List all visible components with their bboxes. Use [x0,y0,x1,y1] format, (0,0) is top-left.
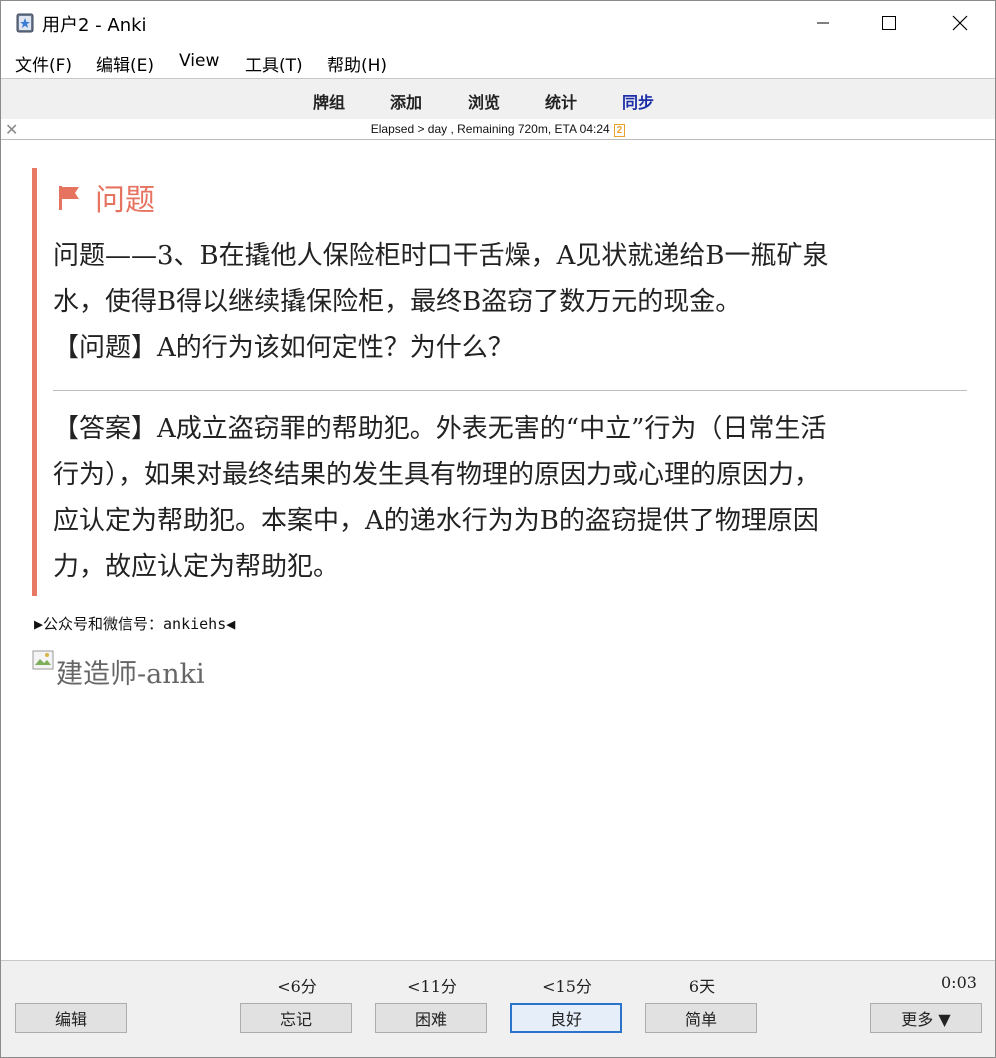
menu-edit[interactable]: 编辑(E) [96,51,154,76]
more-button[interactable]: 更多 ▼ [870,1003,982,1033]
interval-easy: 6天 [688,977,716,996]
toolbar-browse[interactable]: 浏览 [468,89,500,113]
card-content: 问题 问题——3、B在撬他人保险柜时口干舌燥，A见状就递给B一瓶矿泉 水，使得B… [1,140,995,960]
progress-status: Elapsed > day , Remaining 720m, ETA 04:2… [1,122,995,137]
close-button[interactable] [925,1,995,45]
main-toolbar: 牌组 添加 浏览 统计 同步 [1,78,995,120]
question-line: 【问题】A的行为该如何定性？为什么？ [53,333,514,363]
minimize-icon [817,22,829,24]
toolbar-add[interactable]: 添加 [390,89,422,113]
maximize-icon [882,16,896,30]
interval-good: <15分 [542,977,592,996]
good-button[interactable]: 良好 [510,1003,622,1033]
menu-help[interactable]: 帮助(H) [327,51,387,76]
answer-line: 应认定为帮助犯。本案中，A的递水行为为B的盗窃提供了物理原因 [53,506,819,536]
minimize-button[interactable] [788,1,858,45]
answer-divider [53,390,967,391]
maximize-button[interactable] [854,1,924,45]
broken-image-icon [32,650,54,670]
menu-bar: 文件(F) 编辑(E) View 工具(T) 帮助(H) [1,45,995,77]
menu-view[interactable]: View [179,51,219,71]
window-title: 用户2 - Anki [42,15,147,36]
broken-image-alt-text: 建造师-anki [56,659,205,690]
toolbar-decks[interactable]: 牌组 [313,89,345,113]
title-bar: 用户2 - Anki [1,1,995,45]
interval-hard: <11分 [407,977,457,996]
question-text: 问题——3、B在撬他人保险柜时口干舌燥，A见状就递给B一瓶矿泉 水，使得B得以继… [53,233,953,371]
answer-line: 行为），如果对最终结果的发生具有物理的原因力或心理的原因力， [53,460,821,490]
toolbar-sync[interactable]: 同步 [622,89,654,113]
anki-window: 用户2 - Anki 文件(F) 编辑(E) View 工具(T) 帮助(H) … [0,0,996,1058]
review-timer: 0:03 [941,973,977,992]
question-line: 水，使得B得以继续撬保险柜，最终B盗窃了数万元的现金。 [53,287,742,317]
answer-line: 力，故应认定为帮助犯。 [53,552,340,582]
flag-icon [59,186,79,210]
broken-image: 建造师-anki [32,650,205,691]
interval-again: <6分 [277,977,317,996]
easy-button[interactable]: 简单 [645,1003,757,1033]
status-badge: 2 [613,124,626,137]
close-icon [952,15,968,31]
card-accent-bar [32,168,37,596]
question-heading: 问题 [57,175,155,219]
question-heading-text: 问题 [95,183,155,218]
menu-file[interactable]: 文件(F) [15,51,72,76]
hard-button[interactable]: 困难 [375,1003,487,1033]
question-line: 问题——3、B在撬他人保险柜时口干舌燥，A见状就递给B一瓶矿泉 [53,241,829,271]
anki-app-icon [16,13,34,33]
toolbar-stats[interactable]: 统计 [545,89,577,113]
progress-status-bar: ✕ Elapsed > day , Remaining 720m, ETA 04… [1,119,995,140]
again-button[interactable]: 忘记 [240,1003,352,1033]
edit-button[interactable]: 编辑 [15,1003,127,1033]
progress-status-text: Elapsed > day , Remaining 720m, ETA 04:2… [370,122,610,136]
answer-line: 【答案】A成立盗窃罪的帮助犯。外表无害的“中立”行为（日常生活 [53,414,827,444]
review-bar: <6分 <11分 <15分 6天 0:03 编辑 忘记 困难 良好 简单 更多 … [1,960,995,1057]
menu-tools[interactable]: 工具(T) [245,51,303,76]
wechat-note: ▶公众号和微信号：ankiehs◀ [34,615,236,633]
answer-text: 【答案】A成立盗窃罪的帮助犯。外表无害的“中立”行为（日常生活 行为），如果对最… [53,406,953,590]
